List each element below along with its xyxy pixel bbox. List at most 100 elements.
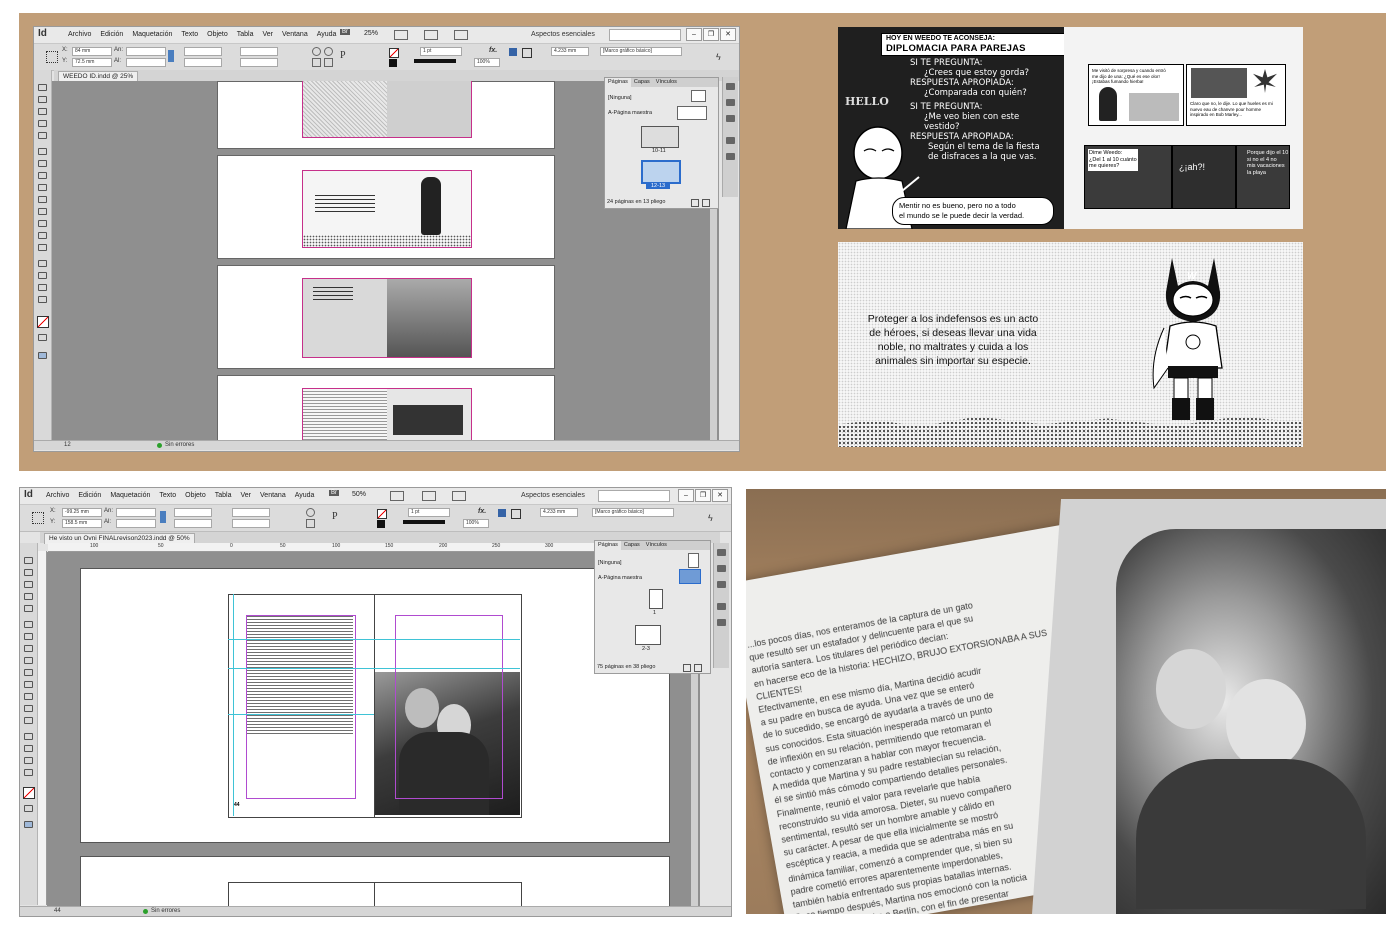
a-master-thumb[interactable] bbox=[677, 106, 707, 120]
wrap-icon-2[interactable] bbox=[522, 48, 532, 58]
page-tool-icon[interactable] bbox=[38, 108, 47, 115]
direct-selection-tool-icon[interactable] bbox=[38, 96, 47, 103]
selection-tool-icon[interactable] bbox=[38, 84, 47, 91]
menu-ver[interactable]: Ver bbox=[263, 31, 274, 38]
zoom-tool-icon[interactable] bbox=[24, 769, 33, 776]
rotate-cw-icon[interactable] bbox=[306, 508, 315, 517]
rotate-field[interactable] bbox=[232, 508, 270, 517]
apply-color-icon[interactable] bbox=[24, 805, 33, 812]
search-input[interactable] bbox=[598, 490, 670, 502]
fill-swatch-icon[interactable] bbox=[389, 48, 399, 58]
type-tool-icon[interactable] bbox=[24, 621, 33, 628]
menu-objeto[interactable]: Objeto bbox=[185, 492, 206, 499]
none-master-thumb[interactable] bbox=[688, 553, 699, 568]
fx-icon[interactable]: fx. bbox=[478, 508, 486, 515]
menu-texto[interactable]: Texto bbox=[159, 492, 176, 499]
fill-swatch-icon[interactable] bbox=[377, 509, 387, 519]
scissors-tool-icon[interactable] bbox=[24, 693, 33, 700]
pencil-tool-icon[interactable] bbox=[24, 657, 33, 664]
none-master-label[interactable]: [Ninguna] bbox=[598, 560, 622, 566]
rotate-ccw-icon[interactable] bbox=[324, 47, 333, 56]
flip-horizontal-icon[interactable] bbox=[306, 519, 315, 528]
a-master-label[interactable]: A-Página maestra bbox=[598, 575, 642, 581]
tab-links[interactable]: Vínculos bbox=[643, 541, 670, 550]
view-options-icon[interactable] bbox=[390, 491, 404, 501]
menu-edicion[interactable]: Edición bbox=[100, 31, 123, 38]
stroke-type-select[interactable] bbox=[414, 59, 456, 63]
dimension-field[interactable]: 4.233 mm bbox=[540, 508, 578, 517]
h-field[interactable] bbox=[116, 519, 156, 528]
gradient-tool-icon[interactable] bbox=[24, 717, 33, 724]
opacity-field[interactable]: 100% bbox=[463, 519, 489, 528]
close-button[interactable]: ✕ bbox=[720, 28, 736, 41]
stroke-swatch-icon[interactable] bbox=[389, 59, 397, 67]
rectangle-frame-tool-icon[interactable] bbox=[24, 669, 33, 676]
stroke-panel-icon[interactable] bbox=[717, 603, 726, 610]
pen-tool-icon[interactable] bbox=[24, 645, 33, 652]
view-options-icon[interactable] bbox=[394, 30, 408, 40]
fx-icon[interactable]: fx. bbox=[489, 47, 497, 54]
color-panel-icon[interactable] bbox=[717, 619, 726, 626]
gradient-tool-icon[interactable] bbox=[38, 244, 47, 251]
fill-stroke-icon[interactable] bbox=[23, 787, 35, 799]
screen-mode-icon[interactable] bbox=[422, 491, 436, 501]
tab-layers[interactable]: Capas bbox=[631, 78, 653, 87]
zoom-select[interactable]: 50% bbox=[352, 491, 366, 498]
constrain-proportions-icon[interactable] bbox=[160, 511, 166, 523]
fill-stroke-icon[interactable] bbox=[37, 316, 49, 328]
stroke-weight-field[interactable]: 1 pt bbox=[408, 508, 450, 517]
reference-point-icon[interactable] bbox=[46, 51, 58, 63]
menu-objeto[interactable]: Objeto bbox=[207, 31, 228, 38]
y-field[interactable]: 158.5 mm bbox=[62, 519, 102, 528]
free-transform-tool-icon[interactable] bbox=[24, 705, 33, 712]
lightning-icon[interactable]: ϟ bbox=[716, 52, 721, 62]
layers-panel-icon[interactable] bbox=[726, 99, 735, 106]
hand-tool-icon[interactable] bbox=[24, 757, 33, 764]
eyedropper-tool-icon[interactable] bbox=[38, 272, 47, 279]
apply-color-icon[interactable] bbox=[38, 334, 47, 341]
minimize-button[interactable]: – bbox=[678, 489, 694, 502]
menu-tabla[interactable]: Tabla bbox=[215, 492, 232, 499]
pencil-tool-icon[interactable] bbox=[38, 184, 47, 191]
menu-ayuda[interactable]: Ayuda bbox=[295, 492, 315, 499]
note-tool-icon[interactable] bbox=[38, 260, 47, 267]
line-tool-icon[interactable] bbox=[24, 633, 33, 640]
tab-links[interactable]: Vínculos bbox=[653, 78, 680, 87]
rotate-cw-icon[interactable] bbox=[312, 47, 321, 56]
arrange-docs-icon[interactable] bbox=[452, 491, 466, 501]
scissors-tool-icon[interactable] bbox=[38, 220, 47, 227]
free-transform-tool-icon[interactable] bbox=[38, 232, 47, 239]
zoom-tool-icon[interactable] bbox=[38, 296, 47, 303]
search-input[interactable] bbox=[609, 29, 681, 41]
menu-archivo[interactable]: Archivo bbox=[46, 492, 69, 499]
arrange-docs-icon[interactable] bbox=[454, 30, 468, 40]
flip-vertical-icon[interactable] bbox=[324, 58, 333, 67]
menu-tabla[interactable]: Tabla bbox=[237, 31, 254, 38]
gap-tool-icon[interactable] bbox=[38, 120, 47, 127]
page-tool-icon[interactable] bbox=[24, 581, 33, 588]
selection-tool-icon[interactable] bbox=[24, 557, 33, 564]
close-button[interactable]: ✕ bbox=[712, 489, 728, 502]
h-field[interactable] bbox=[126, 58, 166, 67]
pen-tool-icon[interactable] bbox=[38, 172, 47, 179]
menu-edicion[interactable]: Edición bbox=[78, 492, 101, 499]
wrap-icon-2[interactable] bbox=[511, 509, 521, 519]
content-collector-icon[interactable] bbox=[24, 605, 33, 612]
workspace-select[interactable]: Aspectos esenciales bbox=[531, 31, 595, 38]
view-mode-icon[interactable] bbox=[38, 352, 47, 359]
tab-layers[interactable]: Capas bbox=[621, 541, 643, 550]
tab-pages[interactable]: Páginas bbox=[605, 78, 631, 87]
page-thumb-2-3[interactable] bbox=[635, 625, 661, 645]
w-field[interactable] bbox=[126, 47, 166, 56]
rectangle-tool-icon[interactable] bbox=[24, 681, 33, 688]
menu-maquetacion[interactable]: Maquetación bbox=[110, 492, 150, 499]
type-tool-icon[interactable] bbox=[38, 148, 47, 155]
scale-y-field[interactable] bbox=[174, 519, 212, 528]
flip-horizontal-icon[interactable] bbox=[312, 58, 321, 67]
scale-x-field[interactable] bbox=[174, 508, 212, 517]
menu-ayuda[interactable]: Ayuda bbox=[317, 31, 337, 38]
rotate-field[interactable] bbox=[240, 47, 278, 56]
stroke-weight-field[interactable]: 1 pt bbox=[420, 47, 462, 56]
wrap-icon-1[interactable] bbox=[498, 509, 506, 517]
x-field[interactable]: 84 mm bbox=[72, 47, 112, 56]
